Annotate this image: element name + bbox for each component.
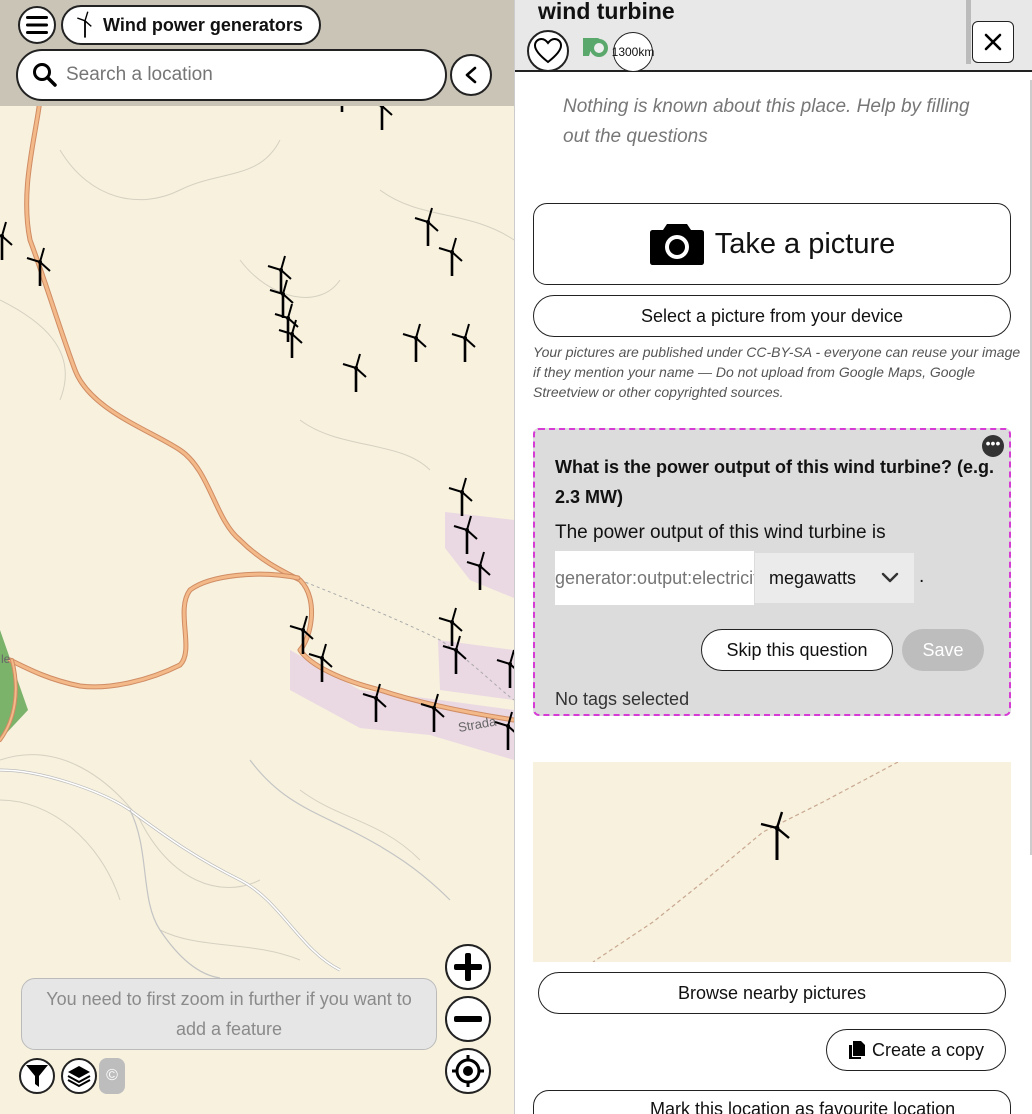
- map-canvas[interactable]: Strada le: [0, 0, 514, 1114]
- copy-icon: [848, 1041, 865, 1059]
- create-copy-label: Create a copy: [871, 1039, 985, 1060]
- heart-icon: [534, 38, 562, 64]
- theme-title: Wind power generators: [103, 14, 303, 35]
- minus-icon: [454, 1016, 482, 1022]
- header-scrollbar[interactable]: [966, 0, 971, 64]
- layers-button[interactable]: [61, 1058, 97, 1094]
- zoom-hint-message: You need to first zoom in further if you…: [21, 978, 437, 1050]
- mark-favourite-location-button[interactable]: Mark this location as favourite location: [533, 1090, 1011, 1114]
- copyright-button[interactable]: ©: [99, 1058, 125, 1094]
- tags-status: No tags selected: [555, 689, 690, 709]
- mini-map-canvas[interactable]: [533, 762, 1011, 962]
- mini-map[interactable]: [533, 762, 1011, 962]
- search-icon: [33, 63, 57, 87]
- chevron-left-icon: [465, 66, 477, 84]
- map-view[interactable]: Strada le Wind power generators Search a…: [0, 0, 514, 1114]
- search-bar[interactable]: [16, 49, 447, 101]
- mark-favourite-label: Mark this location as favourite location: [650, 1099, 956, 1114]
- power-output-input[interactable]: [555, 551, 754, 605]
- panel-title: wind turbine: [538, 0, 675, 24]
- theme-title-button[interactable]: Wind power generators: [61, 5, 321, 45]
- unit-select-value: megawatts: [769, 567, 857, 588]
- search-input[interactable]: [66, 64, 426, 86]
- take-picture-label: Take a picture: [714, 227, 896, 260]
- empty-info-text: Nothing is known about this place. Help …: [563, 96, 970, 147]
- browse-pictures-button[interactable]: Browse nearby pictures: [538, 972, 1006, 1014]
- notes-icon[interactable]: [579, 36, 611, 66]
- place-label: le: [1, 652, 11, 666]
- select-picture-button[interactable]: Select a picture from your device: [533, 295, 1011, 337]
- geolocate-button[interactable]: [445, 1048, 491, 1094]
- question-box: ••• What is the power output of this win…: [533, 428, 1011, 716]
- license-note: Your pictures are published under CC-BY-…: [533, 344, 1021, 400]
- layers-icon: [67, 1066, 91, 1088]
- hamburger-icon: [26, 16, 48, 34]
- crosshair-icon: [452, 1055, 484, 1087]
- filter-icon: [26, 1065, 48, 1087]
- zoom-out-button[interactable]: [445, 996, 491, 1042]
- question-title: What is the power output of this wind tu…: [555, 457, 994, 507]
- panel-header: wind turbine 1300km: [515, 0, 1032, 72]
- sentence-period: .: [919, 566, 925, 587]
- filter-button[interactable]: [19, 1058, 55, 1094]
- camera-icon: [649, 224, 704, 265]
- close-button[interactable]: [972, 21, 1014, 63]
- chevron-down-icon: [881, 572, 899, 583]
- distance-indicator: 1300km: [612, 32, 654, 72]
- collapse-panel-button[interactable]: [450, 54, 492, 96]
- question-text: The power output of this wind turbine is: [555, 522, 886, 543]
- close-icon: [984, 33, 1002, 51]
- unit-select[interactable]: megawatts: [755, 553, 914, 603]
- menu-button[interactable]: [18, 6, 56, 44]
- zoom-in-button[interactable]: [445, 944, 491, 990]
- take-picture-button[interactable]: Take a picture: [533, 203, 1011, 285]
- plus-icon: [454, 953, 482, 981]
- create-copy-button[interactable]: Create a copy: [826, 1029, 1006, 1071]
- feature-panel: wind turbine 1300km Nothing is known abo…: [514, 0, 1032, 1114]
- wind-turbine-icon: [77, 11, 92, 38]
- skip-question-button[interactable]: Skip this question: [701, 629, 893, 671]
- favourite-button[interactable]: [527, 30, 569, 72]
- save-button[interactable]: Save: [902, 629, 984, 671]
